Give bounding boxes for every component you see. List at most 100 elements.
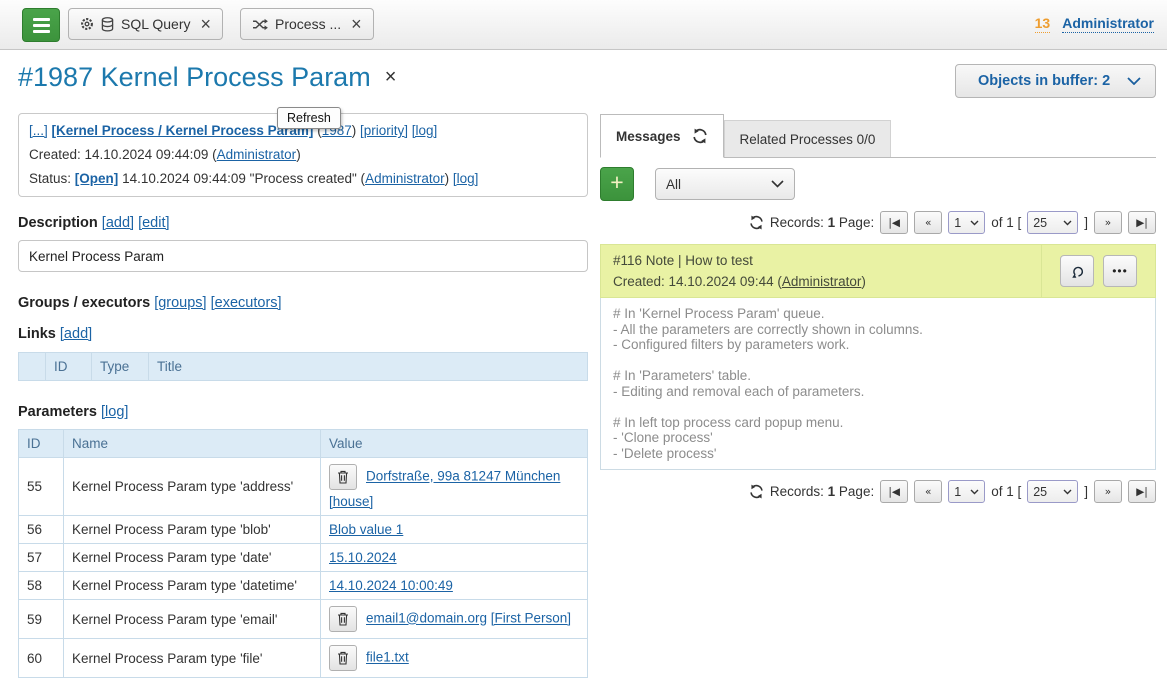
status-log-link[interactable]: [log] — [453, 171, 479, 186]
executors-link[interactable]: [executors] — [211, 295, 282, 311]
groups-link[interactable]: [groups] — [154, 295, 206, 311]
groups-section-heading: Groups / executors [groups] [executors] — [18, 295, 588, 311]
messages-panel: Messages Related Processes 0/0 + All Rec… — [600, 113, 1156, 503]
links-col-id: ID — [46, 353, 92, 381]
param-name: Kernel Process Param type 'address' — [64, 458, 321, 516]
prev-page-button[interactable]: « — [914, 480, 942, 503]
links-table: ID Type Title — [18, 352, 588, 381]
page-number-select[interactable]: 1 — [948, 211, 985, 234]
hamburger-icon — [33, 18, 50, 21]
message-author-link[interactable]: Administrator — [782, 274, 862, 289]
table-row: 56 Kernel Process Param type 'blob' Blob… — [19, 516, 588, 544]
table-row: 59 Kernel Process Param type 'email' ema… — [19, 600, 588, 639]
database-icon — [101, 17, 114, 32]
param-value-link[interactable]: Blob value 1 — [329, 522, 403, 537]
page-size-select[interactable]: 25 — [1027, 211, 1078, 234]
status-user-link[interactable]: Administrator — [365, 171, 445, 186]
priority-link[interactable]: [priority] — [360, 123, 408, 138]
reply-icon — [1070, 264, 1085, 279]
parameters-table: ID Name Value 55 Kernel Process Param ty… — [18, 429, 588, 678]
bracket-close-label: ] — [1084, 484, 1088, 499]
links-section-heading: Links [add] — [18, 326, 588, 342]
process-card: #1987 Kernel Process Param× [...] [Kerne… — [18, 62, 588, 678]
next-page-button[interactable]: » — [1094, 211, 1122, 234]
param-value-link[interactable]: Dorfstraße, 99a 81247 München — [366, 469, 560, 484]
status-open-link[interactable]: [Open] — [75, 171, 119, 186]
records-label: Records: 1 Page: — [770, 484, 874, 499]
more-actions-button[interactable]: ••• — [1103, 255, 1137, 287]
links-add-link[interactable]: [add] — [60, 326, 92, 342]
more-link[interactable]: [...] — [29, 123, 48, 138]
gear-icon — [80, 17, 94, 31]
first-page-button[interactable]: |◀ — [880, 211, 908, 234]
description-edit-link[interactable]: [edit] — [138, 215, 169, 231]
param-value-secondary-link[interactable]: [First Person] — [491, 611, 571, 626]
page-number-select[interactable]: 1 — [948, 480, 985, 503]
of-pages-label: of 1 [ — [991, 215, 1021, 230]
tab-process[interactable]: Process ... × — [240, 8, 374, 40]
message-card: #116 Note | How to test Created: 14.10.2… — [600, 244, 1156, 470]
tab-messages[interactable]: Messages — [600, 114, 724, 158]
created-user-link[interactable]: Administrator — [217, 147, 297, 162]
param-id: 59 — [19, 600, 64, 639]
chevron-down-icon — [1127, 77, 1141, 85]
table-row: 60 Kernel Process Param type 'file' file… — [19, 639, 588, 678]
table-row: 58 Kernel Process Param type 'datetime' … — [19, 572, 588, 600]
top-bar: SQL Query × Process ... × 13 Administrat… — [0, 0, 1167, 50]
param-id: 55 — [19, 458, 64, 516]
prev-page-button[interactable]: « — [914, 211, 942, 234]
tab-sql-query[interactable]: SQL Query × — [68, 8, 223, 40]
objects-in-buffer-button[interactable]: Objects in buffer: 2 — [955, 64, 1156, 98]
info-status-line: Status: [Open] 14.10.2024 09:44:09 "Proc… — [29, 167, 577, 191]
close-icon[interactable]: × — [351, 15, 362, 33]
chevron-down-icon — [1063, 220, 1072, 226]
delete-param-button[interactable] — [329, 464, 357, 490]
tab-related-processes[interactable]: Related Processes 0/0 — [724, 120, 892, 157]
parameters-log-link[interactable]: [log] — [101, 404, 128, 420]
pagination-top: Records: 1 Page: |◀ « 1 of 1 [ 25 ] » ▶| — [600, 211, 1156, 234]
bracket-close-label: ] — [1084, 215, 1088, 230]
objects-in-buffer-label: Objects in buffer: 2 — [978, 73, 1110, 89]
param-value-cell: Blob value 1 — [321, 516, 588, 544]
close-icon[interactable]: × — [201, 15, 212, 33]
message-title: #116 Note | How to test — [613, 253, 1029, 268]
info-created-line: Created: 14.10.2024 09:44:09 (Administra… — [29, 143, 577, 167]
log-link[interactable]: [log] — [412, 123, 438, 138]
param-value-link[interactable]: email1@domain.org — [366, 611, 487, 626]
reply-button[interactable] — [1060, 255, 1094, 287]
message-body: # In 'Kernel Process Param' queue. - All… — [600, 298, 1156, 470]
last-page-button[interactable]: ▶| — [1128, 211, 1156, 234]
refresh-icon[interactable] — [749, 215, 764, 230]
panel-tab-bar: Messages Related Processes 0/0 — [600, 113, 1156, 158]
param-value-link[interactable]: 14.10.2024 10:00:49 — [329, 578, 453, 593]
delete-param-button[interactable] — [329, 606, 357, 632]
param-name: Kernel Process Param type 'date' — [64, 544, 321, 572]
user-menu[interactable]: Administrator — [1062, 15, 1154, 33]
message-header: #116 Note | How to test Created: 14.10.2… — [600, 244, 1156, 298]
page-size-select[interactable]: 25 — [1027, 480, 1078, 503]
of-pages-label: of 1 [ — [991, 484, 1021, 499]
last-page-button[interactable]: ▶| — [1128, 480, 1156, 503]
chevron-down-icon — [970, 220, 979, 226]
param-value-link[interactable]: 15.10.2024 — [329, 550, 397, 565]
param-value-secondary-link[interactable]: [house] — [329, 494, 373, 509]
refresh-icon[interactable] — [749, 484, 764, 499]
refresh-messages-icon[interactable] — [692, 128, 708, 144]
description-add-link[interactable]: [add] — [102, 215, 134, 231]
message-filter-select[interactable]: All — [655, 168, 795, 200]
close-process-icon[interactable]: × — [385, 66, 397, 88]
table-row: 57 Kernel Process Param type 'date' 15.1… — [19, 544, 588, 572]
add-message-button[interactable]: + — [600, 167, 634, 201]
links-col-type: Type — [92, 353, 149, 381]
params-col-name: Name — [64, 430, 321, 458]
records-label: Records: 1 Page: — [770, 215, 874, 230]
description-input[interactable] — [18, 240, 588, 272]
queue-path-link[interactable]: [Kernel Process / Kernel Process Param] — [52, 123, 314, 138]
chevron-down-icon — [1063, 489, 1072, 495]
delete-param-button[interactable] — [329, 645, 357, 671]
next-page-button[interactable]: » — [1094, 480, 1122, 503]
notification-count-badge[interactable]: 13 — [1035, 15, 1051, 33]
description-section-heading: Description [add] [edit] — [18, 215, 588, 231]
first-page-button[interactable]: |◀ — [880, 480, 908, 503]
main-menu-button[interactable] — [22, 8, 60, 42]
